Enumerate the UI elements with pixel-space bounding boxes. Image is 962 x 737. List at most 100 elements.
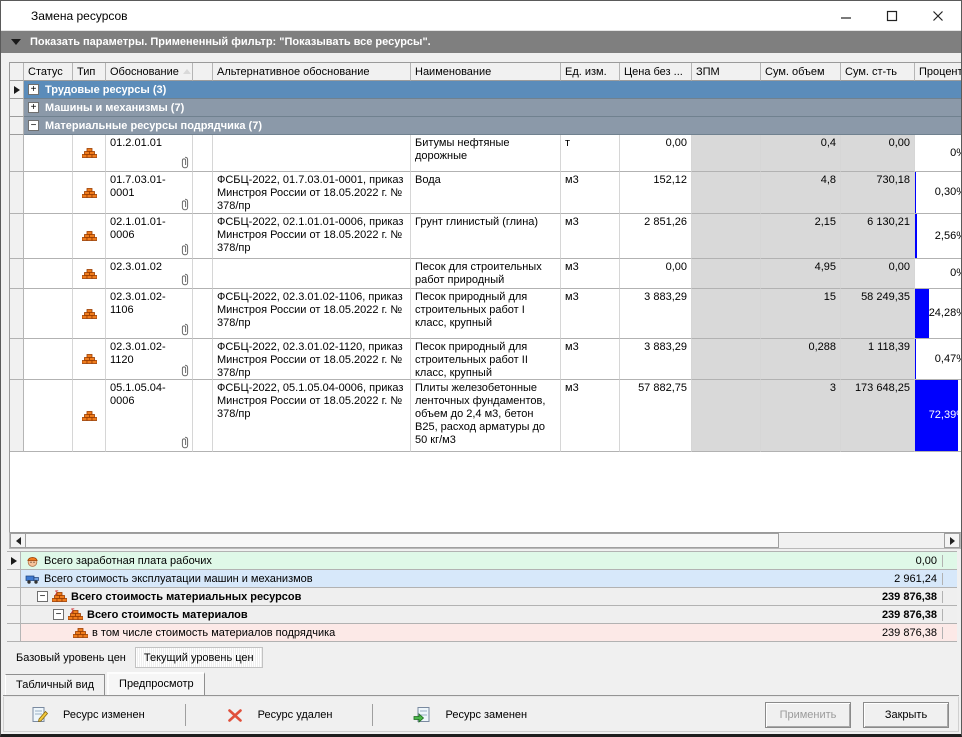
total-materials-row[interactable]: − Σ Всего стоимость материалов 239 876,3… bbox=[7, 606, 957, 624]
unit-cell[interactable]: м3 bbox=[561, 380, 620, 452]
tab-current-price-level[interactable]: Текущий уровень цен bbox=[135, 647, 263, 668]
group-row-materials[interactable]: − Материальные ресурсы подрядчика (7) bbox=[10, 117, 961, 135]
collapse-button[interactable]: − bbox=[37, 591, 48, 602]
unit-cell[interactable]: м3 bbox=[561, 339, 620, 380]
percent-label: 2,56% bbox=[935, 230, 961, 243]
group-row-labor[interactable]: + Трудовые ресурсы (3) bbox=[10, 81, 961, 99]
unit-cell[interactable]: м3 bbox=[561, 172, 620, 214]
alt-basis-cell[interactable] bbox=[213, 135, 411, 172]
total-contractor-materials-row[interactable]: в том числе стоимость материалов подрядч… bbox=[7, 624, 957, 642]
header-alt-basis[interactable]: Альтернативное обоснование bbox=[213, 63, 411, 81]
tab-table-view[interactable]: Табличный вид bbox=[5, 674, 105, 695]
basis-cell[interactable]: 01.7.03.01-0001 bbox=[106, 172, 193, 214]
price-cell[interactable]: 0,00 bbox=[620, 135, 692, 172]
unit-cell[interactable]: м3 bbox=[561, 289, 620, 339]
scroll-left-button[interactable] bbox=[10, 533, 26, 548]
resource-row[interactable]: 01.7.03.01-0001 ФСБЦ-2022, 01.7.03.01-00… bbox=[10, 172, 961, 214]
tab-base-price-level[interactable]: Базовый уровень цен bbox=[7, 647, 135, 668]
status-cell bbox=[24, 172, 73, 214]
zpm-cell bbox=[692, 259, 761, 289]
expand-button[interactable]: + bbox=[28, 84, 39, 95]
total-label: Всего стоимость эксплуатации машин и мех… bbox=[44, 573, 313, 585]
name-cell[interactable]: Песок природный для строительных работ I… bbox=[411, 289, 561, 339]
total-material-resources-row[interactable]: − Σ Всего стоимость материальных ресурсо… bbox=[7, 588, 957, 606]
group-row-machines[interactable]: + Машины и механизмы (7) bbox=[10, 99, 961, 117]
basis-cell[interactable]: 01.2.01.01 bbox=[106, 135, 193, 172]
collapse-button[interactable]: − bbox=[28, 120, 39, 131]
legend-divider bbox=[185, 704, 186, 726]
unit-cell[interactable]: м3 bbox=[561, 259, 620, 289]
horizontal-scrollbar[interactable] bbox=[9, 532, 961, 549]
basis-cell[interactable]: 05.1.05.04-0006 bbox=[106, 380, 193, 452]
percent-cell: 0% bbox=[915, 259, 961, 289]
alt-basis-cell[interactable] bbox=[213, 259, 411, 289]
name-cell[interactable]: Грунт глинистый (глина) bbox=[411, 214, 561, 259]
name-cell[interactable]: Вода bbox=[411, 172, 561, 214]
group-label: Материальные ресурсы подрядчика (7) bbox=[45, 120, 262, 132]
expand-button[interactable]: + bbox=[28, 102, 39, 113]
unit-cell[interactable]: т bbox=[561, 135, 620, 172]
header-status[interactable]: Статус bbox=[24, 63, 73, 81]
scrollbar-track[interactable] bbox=[779, 533, 944, 548]
apply-button[interactable]: Применить bbox=[765, 702, 851, 728]
resource-row[interactable]: 02.3.01.02-1106 ФСБЦ-2022, 02.3.01.02-11… bbox=[10, 289, 961, 339]
header-basis[interactable]: Обоснование bbox=[106, 63, 193, 81]
basis-cell[interactable]: 02.3.01.02 bbox=[106, 259, 193, 289]
alt-basis-cell[interactable]: ФСБЦ-2022, 05.1.05.04-0006, приказ Минст… bbox=[213, 380, 411, 452]
paperclip-icon bbox=[181, 436, 189, 449]
paperclip-icon bbox=[181, 273, 189, 286]
name-cell[interactable]: Песок для строительных работ природный bbox=[411, 259, 561, 289]
basis-cell[interactable]: 02.3.01.02-1106 bbox=[106, 289, 193, 339]
header-zpm[interactable]: ЗПМ bbox=[692, 63, 761, 81]
name-cell[interactable]: Песок природный для строительных работ I… bbox=[411, 339, 561, 380]
titlebar[interactable]: Замена ресурсов bbox=[1, 1, 961, 31]
header-type[interactable]: Тип bbox=[73, 63, 106, 81]
tab-preview[interactable]: Предпросмотр bbox=[107, 672, 205, 695]
alt-basis-cell[interactable]: ФСБЦ-2022, 02.3.01.02-1120, приказ Минст… bbox=[213, 339, 411, 380]
name-cell[interactable]: Битумы нефтяные дорожные bbox=[411, 135, 561, 172]
close-dialog-button[interactable]: Закрыть bbox=[863, 702, 949, 728]
price-cell[interactable]: 57 882,75 bbox=[620, 380, 692, 452]
sum-cost-cell: 0,00 bbox=[841, 135, 915, 172]
price-cell[interactable]: 152,12 bbox=[620, 172, 692, 214]
basis-code: 01.2.01.01 bbox=[110, 137, 162, 149]
header-sum-cost[interactable]: Сум. ст-ть bbox=[841, 63, 915, 81]
header-price[interactable]: Цена без ... bbox=[620, 63, 692, 81]
price-cell[interactable]: 3 883,29 bbox=[620, 339, 692, 380]
price-cell[interactable]: 2 851,26 bbox=[620, 214, 692, 259]
resource-row[interactable]: 01.2.01.01 Битумы нефтяные дорожные т 0,… bbox=[10, 135, 961, 172]
basis-cell[interactable]: 02.3.01.02-1120 bbox=[106, 339, 193, 380]
resource-row[interactable]: 02.1.01.01-0006 ФСБЦ-2022, 02.1.01.01-00… bbox=[10, 214, 961, 259]
close-button[interactable] bbox=[915, 1, 961, 30]
worker-icon bbox=[25, 554, 40, 567]
maximize-button[interactable] bbox=[869, 1, 915, 30]
alt-basis-cell[interactable]: ФСБЦ-2022, 02.1.01.01-0006, приказ Минст… bbox=[213, 214, 411, 259]
minimize-button[interactable] bbox=[823, 1, 869, 30]
basis-cell[interactable]: 02.1.01.01-0006 bbox=[106, 214, 193, 259]
price-cell[interactable]: 3 883,29 bbox=[620, 289, 692, 339]
resource-grid: Статус Тип Обоснование Альтернативное об… bbox=[9, 62, 961, 532]
header-percent[interactable]: Процент с bbox=[915, 63, 961, 81]
basis-code: 02.3.01.02-1106 bbox=[110, 291, 166, 316]
alt-basis-cell[interactable]: ФСБЦ-2022, 02.3.01.02-1106, приказ Минст… bbox=[213, 289, 411, 339]
resource-row[interactable]: 02.3.01.02-1120 ФСБЦ-2022, 02.3.01.02-11… bbox=[10, 339, 961, 380]
resource-row[interactable]: 02.3.01.02 Песок для строительных работ … bbox=[10, 259, 961, 289]
header-attachment[interactable] bbox=[193, 63, 213, 81]
price-cell[interactable]: 0,00 bbox=[620, 259, 692, 289]
header-sum-volume[interactable]: Сум. объем bbox=[761, 63, 841, 81]
resource-row[interactable]: 05.1.05.04-0006 ФСБЦ-2022, 05.1.05.04-00… bbox=[10, 380, 961, 452]
total-machines-row[interactable]: Всего стоимость эксплуатации машин и мех… bbox=[7, 570, 957, 588]
alt-basis-cell[interactable]: ФСБЦ-2022, 01.7.03.01-0001, приказ Минст… bbox=[213, 172, 411, 214]
scrollbar-thumb[interactable] bbox=[26, 533, 779, 548]
type-cell bbox=[73, 289, 106, 339]
header-unit[interactable]: Ед. изм. bbox=[561, 63, 620, 81]
name-cell[interactable]: Плиты железобетонные ленточных фундамент… bbox=[411, 380, 561, 452]
collapse-button[interactable]: − bbox=[53, 609, 64, 620]
unit-cell[interactable]: м3 bbox=[561, 214, 620, 259]
scroll-right-button[interactable] bbox=[944, 533, 960, 548]
type-cell bbox=[73, 135, 106, 172]
header-name[interactable]: Наименование bbox=[411, 63, 561, 81]
row-indicator bbox=[10, 380, 24, 452]
total-wages-row[interactable]: Всего заработная плата рабочих 0,00 bbox=[7, 552, 957, 570]
filter-parameters-bar[interactable]: Показать параметры. Примененный фильтр: … bbox=[1, 31, 961, 53]
